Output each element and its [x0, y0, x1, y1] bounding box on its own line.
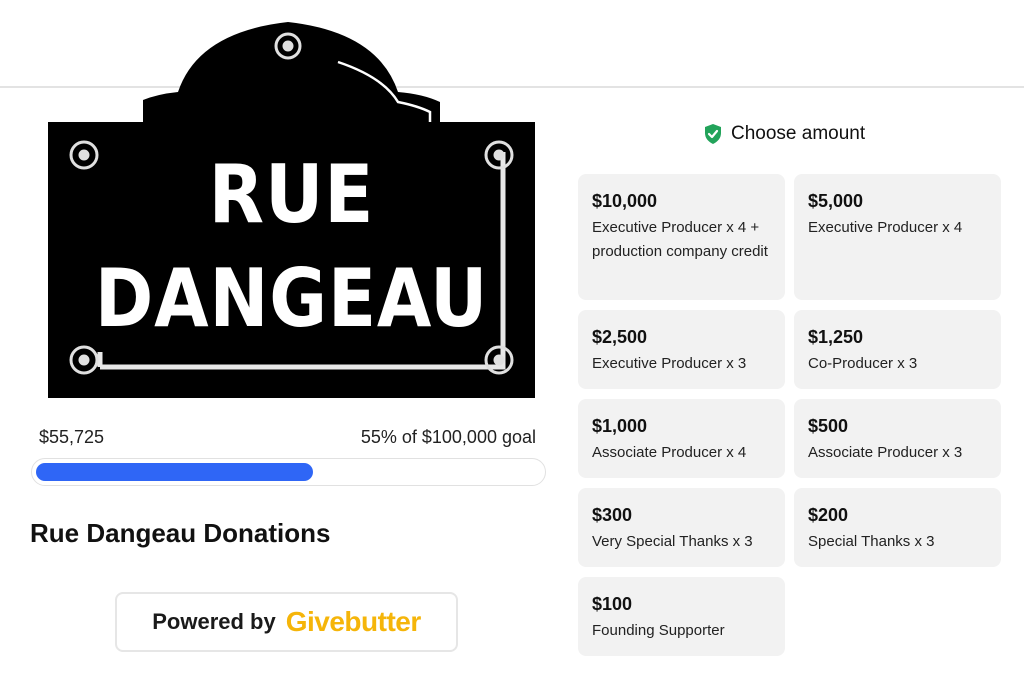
progress-bar	[31, 458, 546, 486]
amount-description: Founding Supporter	[592, 622, 725, 639]
amount-value: $5,000	[808, 191, 864, 211]
amount-description: Executive Producer x 4	[808, 219, 963, 236]
amount-option-10000[interactable]: $10,000 Executive Producer x 4 + product…	[578, 174, 785, 300]
amount-value: $200	[808, 505, 849, 525]
amount-option-2500[interactable]: $2,500 Executive Producer x 3	[578, 310, 785, 389]
amount-value: $1,250	[808, 327, 864, 347]
amount-description: Special Thanks x 3	[808, 533, 935, 550]
amount-value: $10,000	[592, 191, 658, 211]
amount-option-1250[interactable]: $1,250 Co-Producer x 3	[794, 310, 1001, 389]
goal-text: 55% of $100,000 goal	[360, 427, 536, 447]
amount-value: $100	[592, 594, 633, 614]
amount-description: Associate Producer x 3	[808, 444, 963, 461]
amount-description: Very Special Thanks x 3	[592, 533, 753, 550]
amount-value: $1,000	[592, 416, 648, 436]
shield-check-icon	[705, 124, 721, 144]
powered-by-badge[interactable]: Powered by Givebutter	[115, 592, 458, 652]
amount-option-300[interactable]: $300 Very Special Thanks x 3	[578, 488, 785, 567]
amount-option-200[interactable]: $200 Special Thanks x 3	[794, 488, 1001, 567]
campaign-image: RUE DANGEAU	[48, 22, 535, 398]
amount-raised: $55,725	[39, 427, 105, 447]
sign-text-line1: RUE	[208, 148, 375, 241]
givebutter-logo: Givebutter	[285, 606, 422, 637]
amount-option-5000[interactable]: $5,000 Executive Producer x 4	[794, 174, 1001, 300]
amount-option-100[interactable]: $100 Founding Supporter	[578, 577, 785, 656]
campaign-title: Rue Dangeau Donations	[30, 518, 331, 548]
amount-value: $300	[592, 505, 633, 525]
sign-text-line2: DANGEAU	[94, 252, 489, 345]
amount-option-1000[interactable]: $1,000 Associate Producer x 4	[578, 399, 785, 478]
amount-description: Executive Producer x 3	[592, 355, 747, 372]
choose-amount-label: Choose amount	[731, 123, 866, 144]
amount-description: Co-Producer x 3	[808, 355, 918, 372]
amount-description: Executive Producer x 4 + production comp…	[592, 219, 768, 260]
amount-value: $500	[808, 416, 849, 436]
amount-description: Associate Producer x 4	[592, 444, 747, 461]
amount-value: $2,500	[592, 327, 648, 347]
amount-option-500[interactable]: $500 Associate Producer x 3	[794, 399, 1001, 478]
amount-options-grid: $10,000 Executive Producer x 4 + product…	[578, 174, 1002, 656]
progress-bar-fill	[36, 463, 313, 481]
powered-by-label: Powered by	[152, 609, 276, 634]
choose-amount-heading: Choose amount	[704, 122, 865, 146]
